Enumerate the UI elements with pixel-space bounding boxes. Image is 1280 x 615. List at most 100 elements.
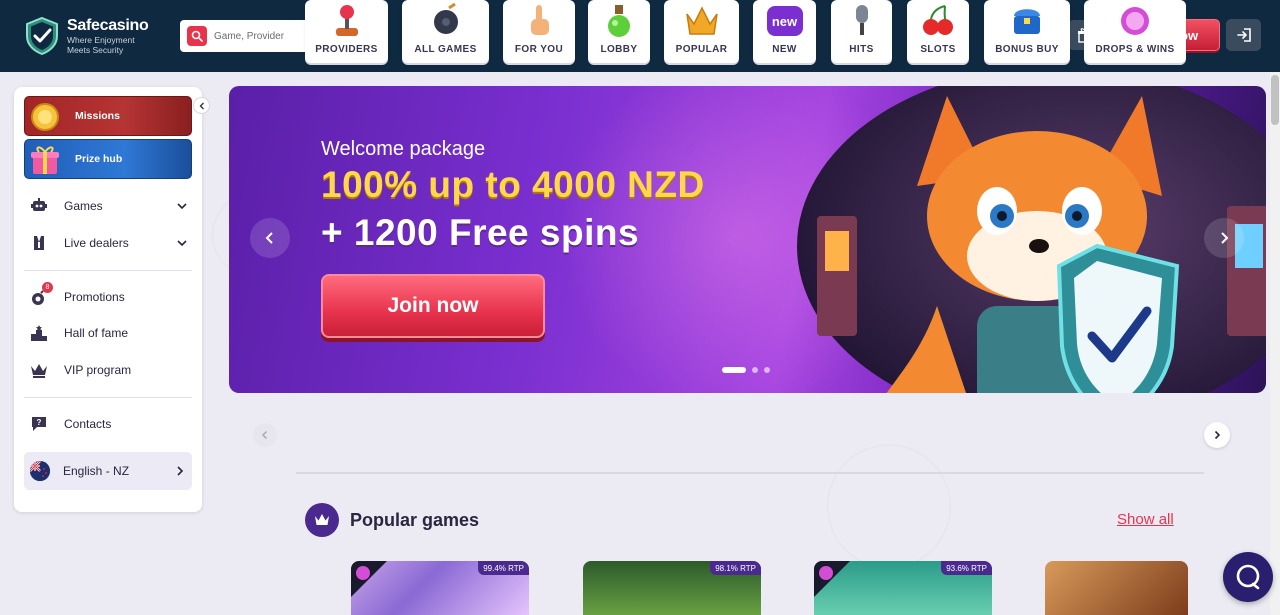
category-label: SLOTS [920,44,956,55]
svg-text:?: ? [37,418,42,427]
chevron-right-icon [177,466,184,476]
category-drops-wins[interactable]: DROPS & WINS [1084,0,1186,63]
category-label: HITS [849,44,874,55]
category-slots[interactable]: SLOTS [907,0,969,63]
sidebar-item-label: Games [64,199,103,213]
popular-crown-icon [305,503,339,537]
banner-pagination [722,367,770,373]
chat-question-icon: ? [29,414,49,434]
game-card[interactable] [1045,561,1188,615]
search-icon[interactable] [187,26,207,46]
sidebar-item-contacts[interactable]: ? Contacts [24,409,192,439]
brand-tagline: Where Enjoyment Meets Security [67,35,135,55]
sidebar-item-label: Contacts [64,417,112,431]
game-card[interactable]: 99.4% RTP [351,561,529,615]
prize-hub-card[interactable]: Prize hub [24,139,192,179]
rtp-badge: 98.1% RTP [710,561,761,575]
brand-name: Safecasino [67,17,149,34]
category-lobby[interactable]: LOBBY [588,0,650,63]
drops-wins-badge-icon [814,561,850,597]
category-providers[interactable]: PROVIDERS [305,0,388,63]
new-badge-text: new [766,6,803,36]
category-hits[interactable]: HITS [831,0,892,63]
login-icon [1236,28,1251,42]
chevron-down-icon[interactable] [176,237,188,249]
rtp-badge: 93.6% RTP [941,561,992,575]
category-label: NEW [772,44,797,55]
dealer-icon [29,233,49,253]
nz-flag-icon [30,461,50,481]
game-card[interactable]: 98.1% RTP [583,561,761,615]
chevron-right-icon [1221,232,1229,244]
sidebar-collapse-button[interactable] [193,97,210,114]
language-label: English - NZ [63,464,130,478]
language-selector[interactable]: English - NZ [24,452,192,490]
banner-dot[interactable] [722,367,746,373]
sidebar-item-hall-of-fame[interactable]: Hall of fame [24,318,192,348]
categories-next-button[interactable] [1204,422,1230,448]
chevron-right-icon [1214,430,1221,440]
banner-dot[interactable] [752,367,758,373]
brand-logo[interactable]: Safecasino Where Enjoyment Meets Securit… [24,16,149,56]
missions-label: Missions [75,110,120,122]
pointing-hand-icon [531,5,549,35]
banner-prev-button[interactable] [250,218,290,258]
gift-box-icon [31,146,59,174]
drops-wins-badge-icon [351,561,387,597]
banner-next-button[interactable] [1204,218,1244,258]
scrollbar-track[interactable] [1270,72,1280,615]
sidebar-item-games[interactable]: Games [24,191,192,221]
new-badge-icon: new [766,2,804,40]
sidebar-item-promotions[interactable]: 8 Promotions [24,282,192,312]
banner-headline-2: + 1200 Free spins [321,212,640,253]
sidebar-item-label: Live dealers [64,236,129,250]
sidebar-item-label: Promotions [64,290,125,304]
bomb-icon: 8 [29,282,53,307]
game-card[interactable]: 93.6% RTP [814,561,992,615]
category-label: BONUS BUY [995,44,1059,55]
banner-join-now-button[interactable]: Join now [321,274,545,338]
scrollbar-thumb[interactable] [1271,75,1279,125]
category-label: LOBBY [600,44,638,55]
medal-icon [31,103,59,131]
treasure-chest-icon [1014,9,1040,34]
banner-dot[interactable] [764,367,770,373]
drops-wins-icon [1121,7,1149,35]
show-all-link[interactable]: Show all [1117,511,1174,528]
chevron-left-icon [261,430,268,440]
login-button[interactable] [1226,19,1261,51]
category-label: ALL GAMES [414,44,477,55]
sidebar-divider [24,397,192,398]
category-bonus-buy[interactable]: BONUS BUY [984,0,1070,63]
banner-casino-scene [797,86,1266,393]
categories-prev-button[interactable] [253,423,277,447]
chat-bubble-icon [1236,564,1260,590]
microphone-icon [855,5,868,35]
podium-icon [29,323,49,343]
live-chat-button[interactable] [1223,552,1273,602]
robot-icon [29,196,49,216]
chevron-left-icon [199,102,204,109]
missions-card[interactable]: Missions [24,96,192,136]
category-label: DROPS & WINS [1095,44,1175,55]
sidebar-item-live-dealers[interactable]: Live dealers [24,228,192,258]
category-label: POPULAR [675,44,728,55]
promotions-badge: 8 [42,282,53,293]
chevron-down-icon[interactable] [176,200,188,212]
sidebar-item-label: VIP program [64,363,132,377]
category-for-you[interactable]: FOR YOU [503,0,575,63]
cherries-icon [923,5,953,35]
sidebar-item-vip-program[interactable]: VIP program [24,355,192,385]
hero-banner[interactable]: Welcome package 100% up to 4000 NZD + 12… [229,86,1266,393]
category-all-games[interactable]: ALL GAMES [402,0,489,63]
category-popular[interactable]: POPULAR [664,0,739,63]
potion-icon [608,5,630,37]
popular-games-title: Popular games [350,510,480,530]
shield-logo-icon [26,16,58,56]
crown-icon [29,360,49,380]
joystick-icon [335,5,358,36]
rtp-badge: 99.4% RTP [478,561,529,575]
category-new[interactable]: new NEW [753,0,816,63]
category-label: FOR YOU [514,44,564,55]
prize-hub-label: Prize hub [75,153,123,165]
